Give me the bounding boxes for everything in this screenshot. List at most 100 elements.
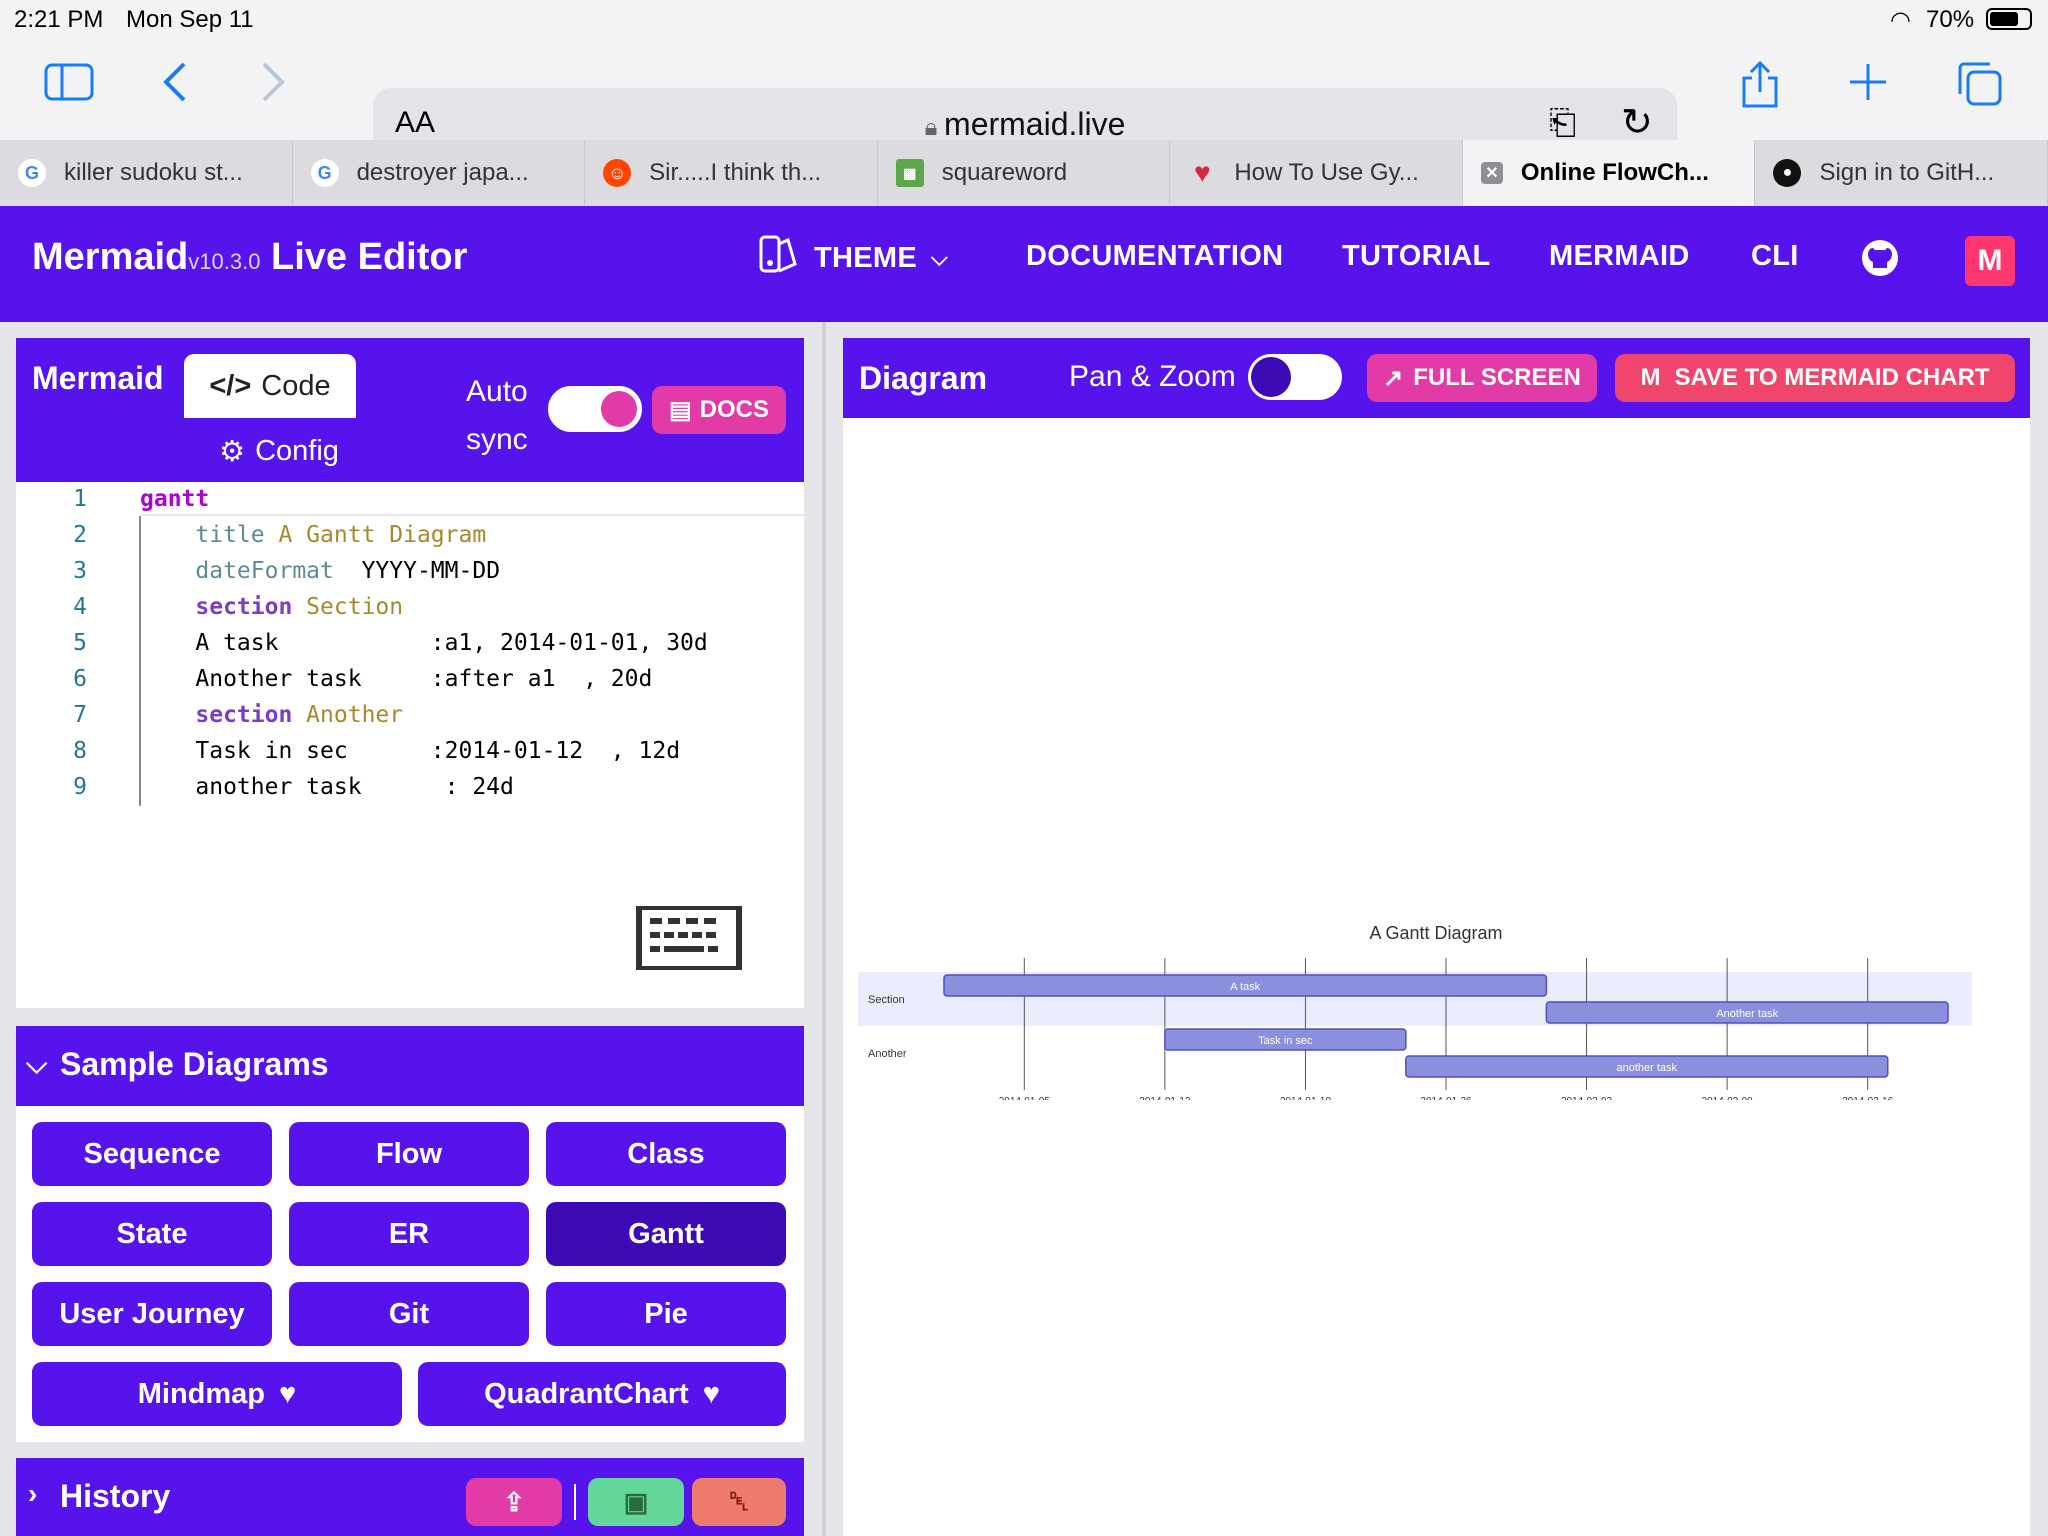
browser-tab[interactable]: Gkiller sudoku st...: [0, 140, 293, 206]
back-icon[interactable]: [160, 60, 190, 111]
code-line[interactable]: section Another: [140, 702, 403, 728]
tab-code[interactable]: </> Code: [184, 354, 356, 418]
book-icon: ▤: [668, 396, 692, 424]
nav-mermaid[interactable]: MERMAID: [1549, 240, 1690, 273]
task-label: another task: [1617, 1062, 1678, 1074]
chevron-down-icon: ⌵: [26, 1048, 48, 1079]
github-icon[interactable]: [1860, 238, 1900, 283]
code-line[interactable]: section Section: [140, 594, 403, 620]
browser-tab[interactable]: ● Sign in to GitH...: [1755, 140, 2048, 206]
extension-icon[interactable]: ⎗: [1549, 104, 1576, 143]
pan-zoom-toggle[interactable]: [1248, 354, 1342, 400]
code-line[interactable]: Task in sec :2014-01-12 , 12d: [140, 738, 680, 764]
theme-menu[interactable]: THEME ⌵: [758, 234, 948, 282]
sample-sequence-button[interactable]: Sequence: [32, 1122, 272, 1186]
line-number: 5: [73, 630, 87, 656]
save-to-mermaid-chart-button[interactable]: M SAVE TO MERMAID CHART: [1615, 354, 2015, 402]
browser-tab[interactable]: ☺ Sir.....I think th...: [585, 140, 878, 206]
nav-tutorial[interactable]: TUTORIAL: [1342, 240, 1490, 273]
delete-history-button[interactable]: ␡: [692, 1478, 786, 1526]
heart-icon: ♥: [702, 1377, 720, 1410]
sample-flow-button[interactable]: Flow: [289, 1122, 529, 1186]
code-line[interactable]: Another task :after a1 , 20d: [140, 666, 652, 692]
tick-label: 2014-01-05: [999, 1096, 1051, 1100]
line-number: 1: [73, 486, 87, 512]
code-token: section: [195, 702, 293, 728]
upload-history-button[interactable]: ⇪: [466, 1478, 562, 1526]
sample-er-button[interactable]: ER: [289, 1202, 529, 1266]
sample-quadrant-button[interactable]: QuadrantChart ♥: [418, 1362, 786, 1426]
tick-label: 2014-01-19: [1280, 1096, 1332, 1100]
history-header[interactable]: › History: [16, 1458, 804, 1536]
sidebar-icon[interactable]: [44, 62, 94, 109]
sample-state-button[interactable]: State: [32, 1202, 272, 1266]
status-bar: 2:21 PM Mon Sep 11 ◠ 70%: [0, 0, 2048, 40]
code-line[interactable]: dateFormat YYYY-MM-DD: [140, 558, 500, 584]
sample-mindmap-button[interactable]: Mindmap ♥: [32, 1362, 402, 1426]
gantt-chart: A Gantt Diagram Section A task Another tas…: [858, 923, 1972, 1100]
trash-icon: ␡: [728, 1486, 750, 1516]
app-title[interactable]: Mermaidv10.3.0 Live Editor: [32, 236, 467, 279]
history-title: History: [60, 1478, 171, 1514]
new-tab-icon[interactable]: [1848, 60, 1888, 111]
code-line[interactable]: title A Gantt Diagram: [140, 522, 486, 548]
tick-label: 2014-01-26: [1420, 1096, 1472, 1100]
code-token: Task in sec :2014-01-12 , 12d: [140, 738, 681, 764]
url-text[interactable]: mermaid.live: [944, 106, 1125, 142]
chart-title: A Gantt Diagram: [1369, 923, 1502, 943]
battery-icon: [1986, 8, 2032, 30]
heart-icon: ♥: [1194, 157, 1211, 188]
mermaid-chart-logo[interactable]: M: [1965, 236, 2015, 286]
sample-user-journey-button[interactable]: User Journey: [32, 1282, 272, 1346]
browser-tab[interactable]: ▦ squareword: [878, 140, 1171, 206]
sample-pie-button[interactable]: Pie: [546, 1282, 786, 1346]
sample-git-button[interactable]: Git: [289, 1282, 529, 1346]
nav-documentation[interactable]: DOCUMENTATION: [1026, 240, 1283, 273]
full-screen-button[interactable]: ↗ FULL SCREEN: [1367, 354, 1597, 402]
tab-config[interactable]: ⚙ Config: [184, 420, 374, 482]
browser-tab[interactable]: Gdestroyer japa...: [293, 140, 586, 206]
line-number: 2: [73, 522, 87, 548]
close-icon[interactable]: ✕: [1480, 162, 1503, 184]
pane-divider[interactable]: [822, 322, 826, 1536]
section-label: Section: [868, 994, 905, 1006]
code-token: section: [195, 594, 293, 620]
keyboard-icon[interactable]: [636, 906, 742, 970]
sample-gantt-button[interactable]: Gantt: [546, 1202, 786, 1266]
reload-icon[interactable]: ↻: [1621, 100, 1653, 145]
auto-sync-toggle[interactable]: [548, 386, 642, 432]
code-token: YYYY-MM-DD: [333, 558, 501, 584]
browser-tabs: Gkiller sudoku st... Gdestroyer japa... …: [0, 140, 2048, 206]
code-token: Section: [292, 594, 404, 620]
tabs-overview-icon[interactable]: [1956, 60, 2004, 115]
chevron-right-icon: ›: [28, 1478, 38, 1509]
gears-icon: ⚙: [219, 435, 246, 468]
sample-diagrams-header[interactable]: ⌵ Sample Diagrams: [16, 1026, 804, 1106]
forward-icon[interactable]: [258, 60, 288, 111]
code-token: A task :a1, 2014-01-01, 30d: [140, 630, 708, 656]
sample-class-button[interactable]: Class: [546, 1122, 786, 1186]
external-link-icon: ↗: [1383, 364, 1404, 392]
save-history-button[interactable]: ▣: [588, 1478, 684, 1526]
wifi-icon: ◠: [1890, 7, 1911, 34]
task-label: Task in sec: [1258, 1035, 1313, 1047]
docs-button[interactable]: ▤ DOCS: [652, 386, 786, 434]
code-line[interactable]: another task : 24d: [140, 774, 514, 800]
line-number: 3: [73, 558, 87, 584]
code-line[interactable]: gantt: [140, 486, 209, 512]
share-icon[interactable]: [1740, 60, 1780, 117]
palette-icon: [758, 234, 798, 282]
nav-cli[interactable]: CLI: [1751, 240, 1799, 273]
task-label: A task: [1230, 981, 1260, 993]
sample-diagrams-title: Sample Diagrams: [60, 1046, 329, 1082]
browser-tab-active[interactable]: ✕ Online FlowCh...: [1462, 140, 1756, 206]
browser-tab[interactable]: ♥ How To Use Gy...: [1170, 140, 1463, 206]
browser-toolbar: AA 🔒︎ mermaid.live ⎗ ↻: [0, 40, 2048, 160]
tick-label: 2014-02-16: [1842, 1096, 1894, 1100]
code-token: title: [195, 522, 265, 548]
chevron-down-icon: ⌵: [931, 245, 948, 270]
code-line[interactable]: A task :a1, 2014-01-01, 30d: [140, 630, 708, 656]
code-token: gantt: [140, 486, 210, 512]
mermaid-chart-icon: M: [1640, 364, 1661, 391]
